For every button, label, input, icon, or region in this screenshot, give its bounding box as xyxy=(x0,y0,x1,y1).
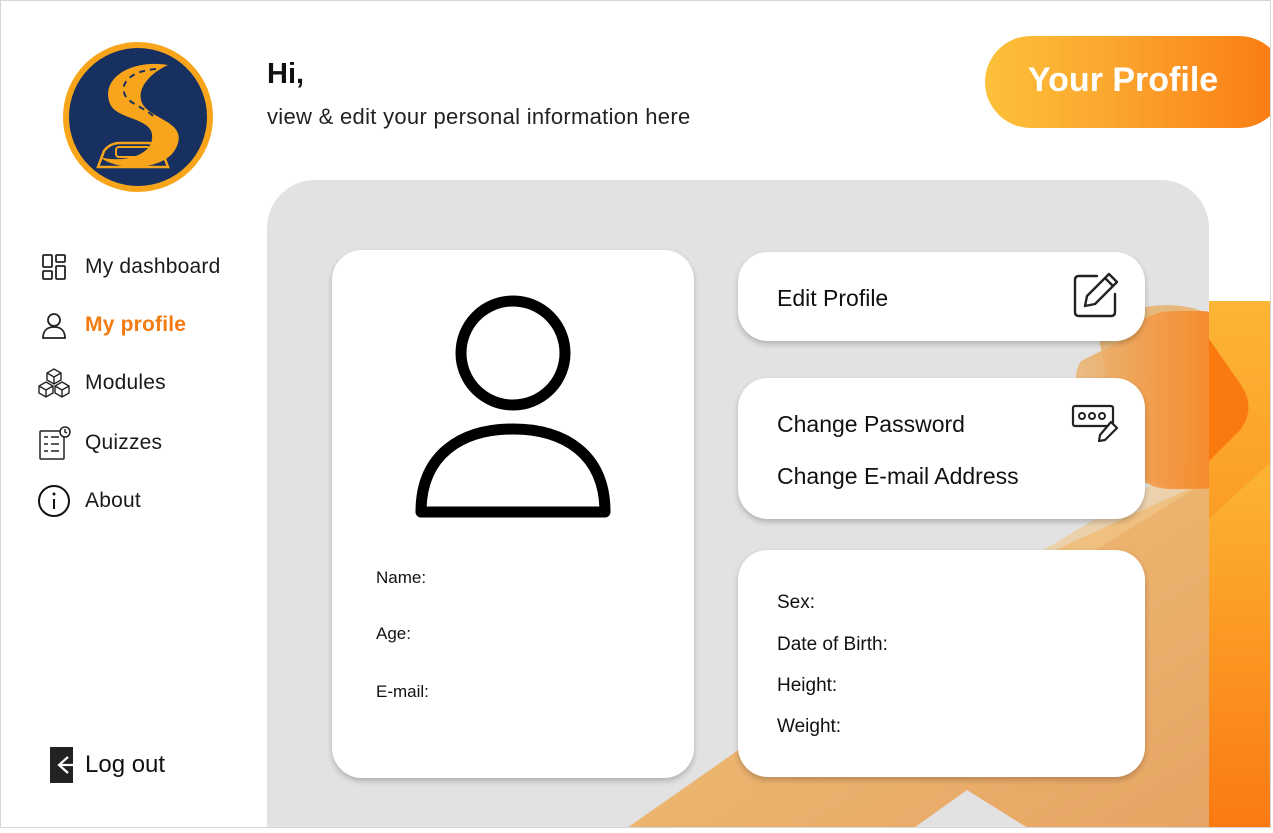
dob-label: Date of Birth: xyxy=(777,634,888,655)
password-edit-icon xyxy=(1071,404,1119,442)
sidebar-item-label: About xyxy=(85,489,141,512)
email-label: E-mail: xyxy=(376,682,429,701)
edit-profile-button[interactable]: Edit Profile xyxy=(738,252,1145,341)
info-icon xyxy=(37,484,71,518)
profile-card: Name: Age: E-mail: xyxy=(332,250,694,778)
sidebar-item-label: My dashboard xyxy=(85,255,221,278)
sidebar-item-label: Modules xyxy=(85,371,166,394)
height-label: Height: xyxy=(777,675,838,696)
age-label: Age: xyxy=(376,624,411,643)
logout-icon xyxy=(50,747,73,783)
app-window: My dashboard My profile Modules Quizzes … xyxy=(0,0,1271,828)
change-email-link[interactable]: Change E-mail Address xyxy=(777,463,1019,490)
user-icon xyxy=(37,308,71,342)
greeting-title: Hi, xyxy=(267,58,305,90)
sidebar-item-dashboard[interactable]: My dashboard xyxy=(37,249,220,285)
sidebar-item-label: My profile xyxy=(85,313,187,336)
app-logo xyxy=(63,42,213,192)
edit-icon xyxy=(1073,272,1119,318)
change-password-link[interactable]: Change Password xyxy=(777,411,965,438)
page-badge: Your Profile xyxy=(985,36,1270,128)
sidebar-item-modules[interactable]: Modules xyxy=(37,365,166,401)
account-security-card: Change Password Change E-mail Address xyxy=(738,378,1145,519)
quiz-icon xyxy=(37,426,71,460)
logout-button[interactable]: Log out xyxy=(47,743,165,787)
logout-label: Log out xyxy=(85,751,166,778)
sidebar-item-profile[interactable]: My profile xyxy=(37,307,186,343)
greeting-subtitle: view & edit your personal information he… xyxy=(267,104,691,129)
personal-details-card: Sex: Date of Birth: Height: Weight: xyxy=(738,550,1145,777)
cubes-icon xyxy=(37,366,71,400)
sidebar-item-label: Quizzes xyxy=(85,431,163,454)
sidebar-item-quizzes[interactable]: Quizzes xyxy=(37,425,162,461)
avatar-icon xyxy=(415,295,611,518)
sidebar-item-about[interactable]: About xyxy=(37,483,141,519)
dashboard-icon xyxy=(37,250,71,284)
weight-label: Weight: xyxy=(777,716,842,737)
name-label: Name: xyxy=(376,568,427,587)
page-badge-label: Your Profile xyxy=(1028,61,1219,99)
edit-profile-label: Edit Profile xyxy=(777,285,889,311)
sex-label: Sex: xyxy=(777,592,816,613)
